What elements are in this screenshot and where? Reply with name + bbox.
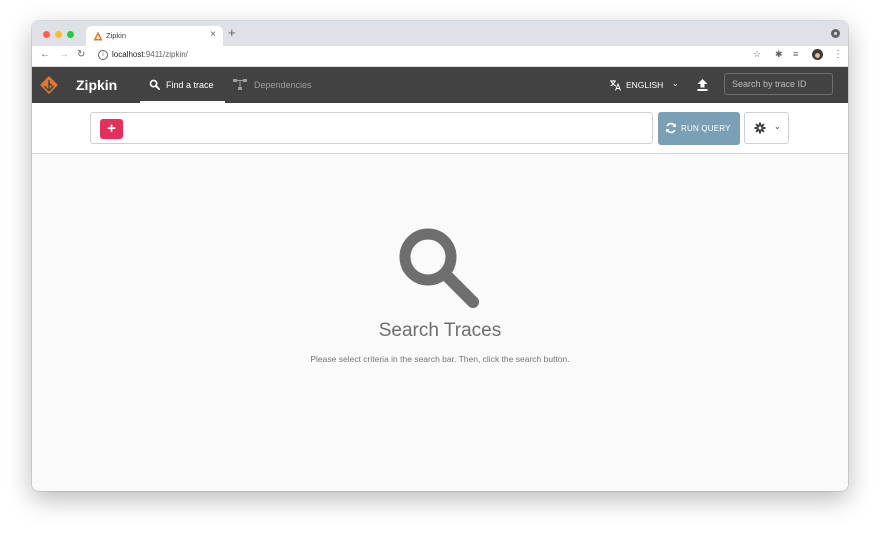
settings-menu-button[interactable]: ⌄ [744, 112, 789, 144]
window-close-button[interactable] [43, 31, 50, 38]
bookmark-star-icon[interactable]: ☆ [753, 48, 761, 60]
new-tab-button[interactable]: + [228, 26, 236, 40]
app-brand[interactable]: Zipkin [76, 77, 117, 93]
empty-state-title: Search Traces [378, 320, 502, 341]
extensions-puzzle-icon[interactable]: ✱ [775, 48, 783, 60]
dependencies-icon [233, 79, 247, 90]
url-text: localhost:9411/zipkin/ [112, 50, 188, 59]
empty-state-subtitle: Please select criteria in the search bar… [310, 354, 570, 364]
nav-find-a-trace-label: Find a trace [166, 80, 214, 90]
add-criteria-button[interactable]: + [100, 119, 123, 139]
browser-menu-icon[interactable]: ⋮ [833, 49, 843, 61]
search-criteria-field[interactable]: + [90, 112, 653, 144]
run-query-label: RUN QUERY [681, 124, 731, 133]
browser-extension-icon[interactable] [831, 29, 840, 38]
browser-tab[interactable]: Zipkin × [86, 26, 223, 46]
translate-icon [610, 80, 621, 91]
chevron-down-icon: ⌄ [672, 79, 679, 88]
browser-tab-strip: Zipkin × + [32, 21, 848, 46]
url-host: localhost [112, 50, 144, 59]
nav-find-a-trace[interactable]: Find a trace [140, 67, 225, 103]
tab-close-icon[interactable]: × [210, 29, 216, 41]
main-content: Search Traces Please select criteria in … [32, 154, 848, 491]
nav-dependencies[interactable]: Dependencies [232, 67, 327, 103]
search-traces-illustration-icon [399, 228, 479, 308]
zipkin-logo-icon[interactable] [39, 75, 59, 95]
window-zoom-button[interactable] [67, 31, 74, 38]
browser-toolbar: ← → ↻ i localhost:9411/zipkin/ ☆ ✱ ≡ ⋮ [32, 46, 848, 67]
search-icon [149, 79, 160, 90]
refresh-icon [666, 122, 676, 134]
chevron-down-icon: ⌄ [774, 122, 781, 131]
gear-icon [754, 122, 766, 134]
forward-arrow-icon[interactable]: → [59, 49, 69, 61]
browser-window: Zipkin × + ← → ↻ i localhost:9411/zipkin… [32, 21, 848, 491]
app-header: Zipkin Find a trace Dependencies ENGLISH… [32, 67, 848, 103]
zipkin-favicon-icon [93, 31, 103, 41]
reload-icon[interactable]: ↻ [77, 49, 85, 61]
trace-id-search-input[interactable] [724, 73, 833, 95]
upload-icon[interactable] [696, 78, 709, 92]
run-query-button[interactable]: RUN QUERY [658, 112, 740, 145]
tab-title: Zipkin [106, 31, 127, 40]
back-arrow-icon[interactable]: ← [40, 49, 50, 61]
language-label: ENGLISH [626, 80, 664, 90]
profile-avatar[interactable] [812, 49, 823, 60]
address-bar[interactable]: i localhost:9411/zipkin/ [92, 49, 837, 63]
site-info-icon[interactable]: i [98, 50, 108, 60]
reading-list-icon[interactable]: ≡ [793, 48, 798, 60]
search-bar-row: + RUN QUERY ⌄ [32, 103, 848, 154]
window-minimize-button[interactable] [55, 31, 62, 38]
url-path: :9411/zipkin/ [143, 50, 188, 59]
nav-dependencies-label: Dependencies [254, 80, 312, 90]
